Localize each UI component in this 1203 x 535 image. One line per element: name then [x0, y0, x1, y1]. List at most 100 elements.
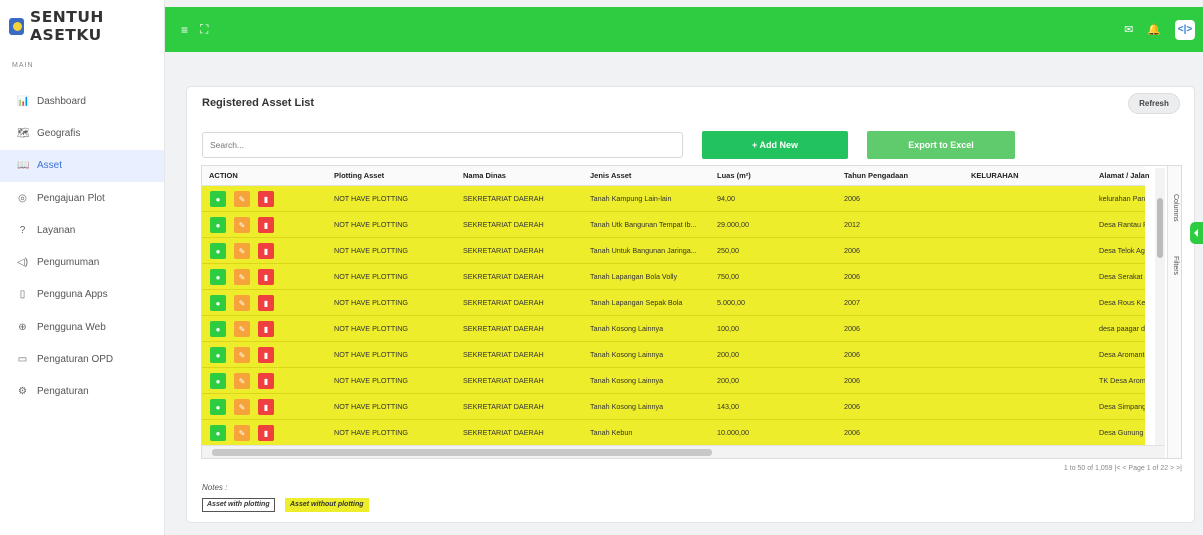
- edit-button[interactable]: ✎: [234, 269, 250, 285]
- edit-button[interactable]: ✎: [234, 425, 250, 441]
- brand[interactable]: SENTUH ASETKU: [0, 0, 164, 52]
- table-row[interactable]: ● ✎ ▮ NOT HAVE PLOTTING SEKRETARIAT DAERAH Ta…: [202, 420, 1145, 445]
- mail-icon[interactable]: ✉: [1124, 23, 1133, 36]
- table-cell: [964, 368, 1092, 394]
- delete-button[interactable]: ▮: [258, 425, 274, 441]
- edit-button[interactable]: ✎: [234, 191, 250, 207]
- table-cell: 750,00: [717, 272, 739, 281]
- brand-name: SENTUH ASETKU: [30, 8, 104, 44]
- table-row[interactable]: ● ✎ ▮ NOT HAVE PLOTTING SEKRETARIAT DAERAH Ta…: [202, 394, 1145, 420]
- legend-with-plotting: Asset with plotting: [202, 498, 275, 512]
- delete-button[interactable]: ▮: [258, 191, 274, 207]
- delete-button[interactable]: ▮: [258, 347, 274, 363]
- table-cell: Desa Serakat Jaya: [1099, 272, 1145, 281]
- asset-list-card: Registered Asset List Refresh + Add New …: [186, 86, 1195, 523]
- table-row[interactable]: ● ✎ ▮ NOT HAVE PLOTTING SEKRETARIAT DAERAH Ta…: [202, 264, 1145, 290]
- fullscreen-icon[interactable]: ⛶: [200, 22, 208, 37]
- delete-button[interactable]: ▮: [258, 217, 274, 233]
- table-cell: SEKRETARIAT DAERAH: [463, 272, 544, 281]
- table-cell: Tanah Lapangan Sepak Bola: [590, 298, 683, 307]
- vertical-scrollbar[interactable]: [1155, 168, 1165, 445]
- columns-tool-tab[interactable]: Columns: [1172, 194, 1179, 222]
- view-button[interactable]: ●: [210, 295, 226, 311]
- view-button[interactable]: ●: [210, 243, 226, 259]
- view-button[interactable]: ●: [210, 191, 226, 207]
- delete-button[interactable]: ▮: [258, 373, 274, 389]
- delete-button[interactable]: ▮: [258, 321, 274, 337]
- column-header[interactable]: Alamat / Jalan: [1092, 166, 1149, 186]
- column-header[interactable]: Plotting Asset: [327, 166, 456, 186]
- edit-button[interactable]: ✎: [234, 243, 250, 259]
- table-cell: [964, 290, 1092, 316]
- table-cell: NOT HAVE PLOTTING: [334, 402, 409, 411]
- table-cell: 94,00: [717, 194, 735, 203]
- avatar[interactable]: <|>: [1175, 19, 1195, 40]
- horizontal-scroll-thumb[interactable]: [212, 449, 712, 456]
- table-row[interactable]: ● ✎ ▮ NOT HAVE PLOTTING SEKRETARIAT DAERAH Ta…: [202, 238, 1145, 264]
- export-excel-button[interactable]: Export to Excel: [867, 131, 1015, 159]
- column-header[interactable]: Tahun Pengadaan: [837, 166, 964, 186]
- column-header[interactable]: ACTION: [202, 166, 327, 186]
- table-cell: 2006: [844, 272, 860, 281]
- view-button[interactable]: ●: [210, 321, 226, 337]
- menu-toggle-icon[interactable]: ≡: [181, 23, 188, 37]
- table-cell: 250,00: [717, 246, 739, 255]
- table-cell: 2006: [844, 350, 860, 359]
- delete-button[interactable]: ▮: [258, 243, 274, 259]
- delete-button[interactable]: ▮: [258, 269, 274, 285]
- column-header[interactable]: Nama Dinas: [456, 166, 583, 186]
- sidebar-item-dashboard[interactable]: 📊 Dashboard: [0, 85, 164, 117]
- view-button[interactable]: ●: [210, 269, 226, 285]
- horizontal-scrollbar[interactable]: [202, 445, 1165, 458]
- sidebar-item-pengumuman[interactable]: ◁) Pengumuman: [0, 246, 164, 278]
- column-header[interactable]: Jenis Asset: [583, 166, 710, 186]
- table-cell: 100,00: [717, 324, 739, 333]
- delete-button[interactable]: ▮: [258, 295, 274, 311]
- table-cell: 10.000,00: [717, 428, 749, 437]
- table-row[interactable]: ● ✎ ▮ NOT HAVE PLOTTING SEKRETARIAT DAERAH Ta…: [202, 290, 1145, 316]
- settings-drawer-tab[interactable]: [1190, 222, 1203, 244]
- edit-button[interactable]: ✎: [234, 217, 250, 233]
- table-row[interactable]: ● ✎ ▮ NOT HAVE PLOTTING SEKRETARIAT DAERAH Ta…: [202, 186, 1145, 212]
- view-button[interactable]: ●: [210, 425, 226, 441]
- table-row[interactable]: ● ✎ ▮ NOT HAVE PLOTTING SEKRETARIAT DAERAH Ta…: [202, 368, 1145, 394]
- view-button[interactable]: ●: [210, 217, 226, 233]
- sidebar-item-pengajuan-plot[interactable]: ◎ Pengajuan Plot: [0, 182, 164, 214]
- search-input[interactable]: [202, 132, 683, 158]
- sidebar-item-label: Pengajuan Plot: [37, 192, 105, 204]
- table-cell: NOT HAVE PLOTTING: [334, 246, 409, 255]
- table-row[interactable]: ● ✎ ▮ NOT HAVE PLOTTING SEKRETARIAT DAERAH Ta…: [202, 342, 1145, 368]
- edit-button[interactable]: ✎: [234, 347, 250, 363]
- card-title: Registered Asset List: [202, 97, 315, 109]
- gear-icon: ⚙: [18, 386, 27, 398]
- sidebar-menu: 📊 Dashboard 🗺 Geografis 📖 Asset ◎ Pengajuan Plo…: [0, 85, 164, 408]
- vertical-scroll-thumb[interactable]: [1157, 198, 1163, 258]
- table-row[interactable]: ● ✎ ▮ NOT HAVE PLOTTING SEKRETARIAT DAERAH Ta…: [202, 316, 1145, 342]
- filters-tool-tab[interactable]: Filters: [1172, 256, 1179, 275]
- table-row[interactable]: ● ✎ ▮ NOT HAVE PLOTTING SEKRETARIAT DAERAH Ta…: [202, 212, 1145, 238]
- sidebar-item-pengguna-web[interactable]: ⊕ Pengguna Web: [0, 311, 164, 343]
- sidebar-item-layanan[interactable]: ? Layanan: [0, 214, 164, 246]
- sidebar-item-geografis[interactable]: 🗺 Geografis: [0, 117, 164, 149]
- sidebar-item-pengaturan-opd[interactable]: ▭ Pengaturan OPD: [0, 343, 164, 375]
- add-new-button[interactable]: + Add New: [702, 131, 848, 159]
- view-button[interactable]: ●: [210, 347, 226, 363]
- table-cell: NOT HAVE PLOTTING: [334, 220, 409, 229]
- delete-button[interactable]: ▮: [258, 399, 274, 415]
- edit-button[interactable]: ✎: [234, 295, 250, 311]
- column-header[interactable]: Luas (m²): [710, 166, 837, 186]
- refresh-button[interactable]: Refresh: [1128, 93, 1180, 114]
- pagination[interactable]: 1 to 50 of 1,059 |< < Page 1 of 22 > >|: [1064, 465, 1182, 472]
- edit-button[interactable]: ✎: [234, 399, 250, 415]
- sidebar-item-pengaturan[interactable]: ⚙ Pengaturan: [0, 376, 164, 408]
- sidebar-item-pengguna-apps[interactable]: ▯ Pengguna Apps: [0, 279, 164, 311]
- view-button[interactable]: ●: [210, 399, 226, 415]
- edit-button[interactable]: ✎: [234, 321, 250, 337]
- sidebar-item-asset[interactable]: 📖 Asset: [0, 149, 164, 182]
- edit-button[interactable]: ✎: [234, 373, 250, 389]
- table-cell: NOT HAVE PLOTTING: [334, 194, 409, 203]
- view-button[interactable]: ●: [210, 373, 226, 389]
- table-cell: NOT HAVE PLOTTING: [334, 350, 409, 359]
- bell-icon[interactable]: 🔔: [1147, 23, 1161, 36]
- column-header[interactable]: KELURAHAN: [964, 166, 1092, 186]
